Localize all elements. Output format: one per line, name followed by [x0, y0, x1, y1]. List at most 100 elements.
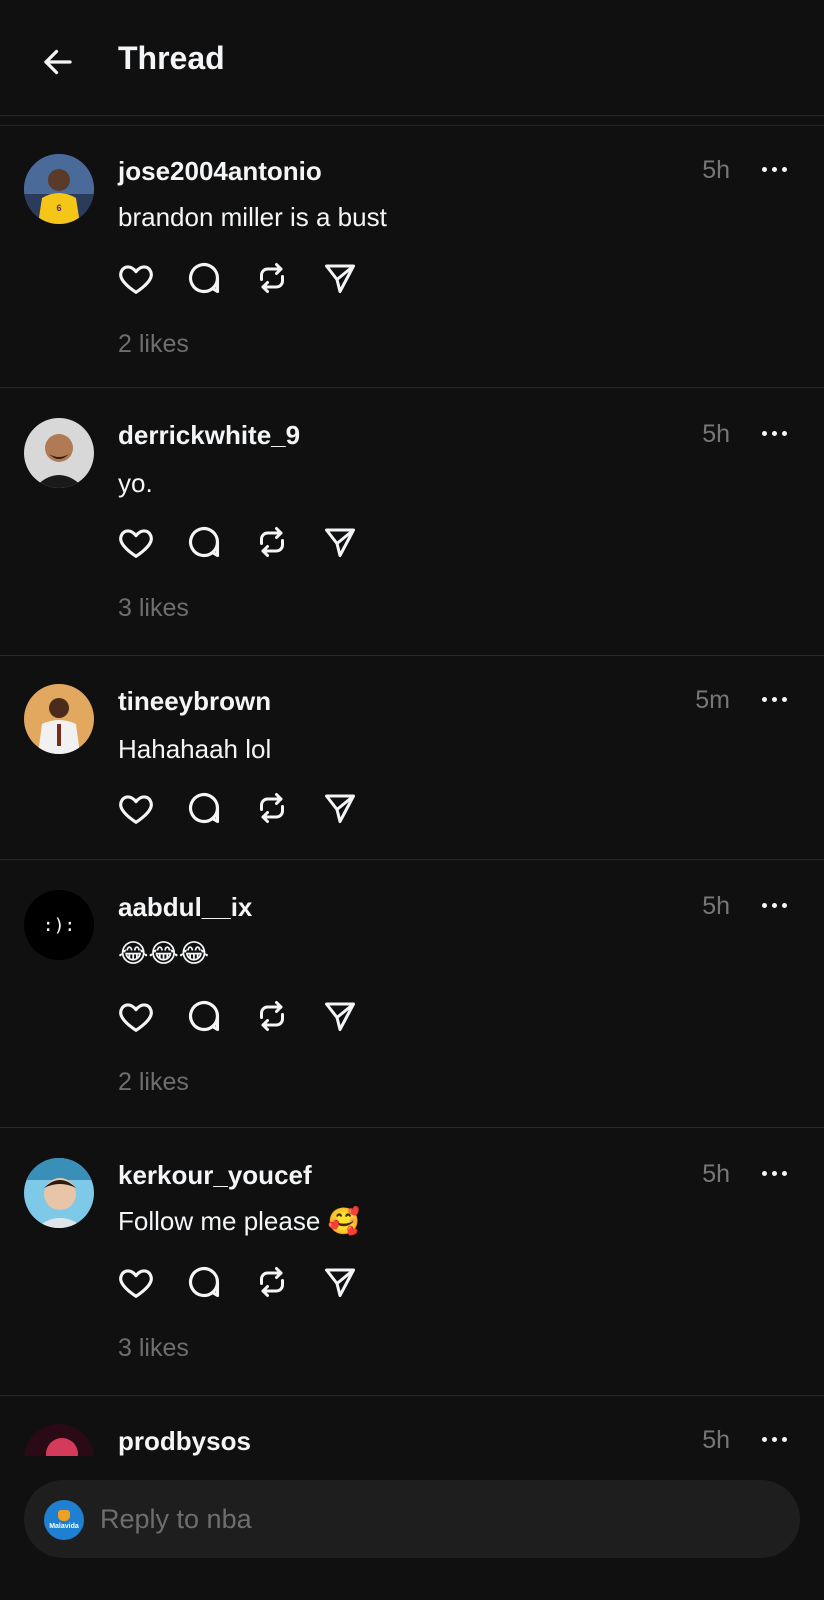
heart-icon	[119, 265, 153, 294]
likes-count[interactable]: 3 likes	[118, 1334, 189, 1363]
likes-count[interactable]: 3 likes	[118, 594, 189, 623]
reply-post: kerkour_youcef 5h Follow me please 🥰 3 l…	[0, 1128, 824, 1396]
comment-bubble-icon	[188, 263, 220, 294]
send-icon	[325, 1002, 355, 1031]
repost-icon	[260, 1001, 284, 1031]
avatar[interactable]	[24, 684, 94, 754]
avatar[interactable]: 6	[24, 154, 94, 224]
post-text: Follow me please 🥰	[118, 1206, 360, 1236]
avatar-image	[24, 1424, 94, 1456]
post-username[interactable]: jose2004antonio	[118, 156, 322, 187]
share-button[interactable]	[320, 258, 360, 298]
more-dots-icon	[761, 1436, 787, 1442]
comment-bubble-icon	[188, 793, 220, 824]
avatar-image: 6	[24, 154, 94, 224]
post-text: 😂😂😂	[118, 938, 210, 968]
more-options-button[interactable]	[754, 1426, 794, 1452]
more-options-button[interactable]	[754, 420, 794, 446]
repost-button[interactable]	[252, 788, 292, 828]
arrow-left-icon	[44, 49, 72, 75]
likes-count[interactable]: 2 likes	[118, 1068, 189, 1097]
avatar[interactable]	[24, 1158, 94, 1228]
heart-icon	[119, 1003, 153, 1032]
post-username[interactable]: prodbysos	[118, 1426, 251, 1456]
send-icon	[325, 1268, 355, 1297]
replies-list[interactable]: 6 jose2004antonio 5h brandon miller is a…	[0, 126, 824, 1456]
post-username[interactable]: derrickwhite_9	[118, 420, 300, 451]
heart-icon	[119, 1269, 153, 1298]
more-dots-icon	[761, 1170, 787, 1176]
back-button[interactable]	[38, 42, 78, 82]
more-options-button[interactable]	[754, 1160, 794, 1186]
repost-icon	[260, 793, 284, 823]
repost-icon	[260, 263, 284, 293]
post-time: 5m	[695, 686, 730, 714]
repost-button[interactable]	[252, 522, 292, 562]
repost-icon	[260, 527, 284, 557]
more-dots-icon	[761, 166, 787, 172]
repost-icon	[260, 1267, 284, 1297]
send-icon	[325, 264, 355, 293]
more-dots-icon	[761, 430, 787, 436]
post-actions	[116, 258, 376, 298]
post-actions	[116, 522, 376, 562]
reply-input[interactable]: Malavida Reply to nba	[24, 1480, 800, 1558]
more-options-button[interactable]	[754, 892, 794, 918]
more-dots-icon	[761, 696, 787, 702]
share-button[interactable]	[320, 1262, 360, 1302]
heart-icon	[119, 795, 153, 824]
like-button[interactable]	[116, 258, 156, 298]
comment-button[interactable]	[184, 1262, 224, 1302]
user-avatar: Malavida	[44, 1500, 84, 1540]
repost-button[interactable]	[252, 1262, 292, 1302]
like-button[interactable]	[116, 1262, 156, 1302]
svg-text:6: 6	[56, 203, 61, 213]
avatar-image	[24, 684, 94, 754]
post-time: 5h	[702, 892, 730, 920]
reply-placeholder: Reply to nba	[100, 1504, 252, 1534]
likes-count[interactable]: 2 likes	[118, 330, 189, 359]
post-actions	[116, 1262, 376, 1302]
reply-post: 6 jose2004antonio 5h brandon miller is a…	[0, 126, 824, 388]
comment-bubble-icon	[188, 1267, 220, 1298]
avatar-image	[24, 1158, 94, 1228]
post-username[interactable]: tineeybrown	[118, 686, 271, 717]
post-actions	[116, 788, 376, 828]
avatar[interactable]	[24, 1424, 94, 1456]
heart-icon	[119, 529, 153, 558]
post-time: 5h	[702, 420, 730, 448]
comment-button[interactable]	[184, 996, 224, 1036]
repost-button[interactable]	[252, 258, 292, 298]
share-button[interactable]	[320, 522, 360, 562]
more-options-button[interactable]	[754, 156, 794, 182]
reply-post: tineeybrown 5m Hahahaah lol	[0, 656, 824, 860]
post-text: brandon miller is a bust	[118, 202, 387, 232]
post-username[interactable]: aabdul__ix	[118, 892, 252, 923]
comment-button[interactable]	[184, 522, 224, 562]
malavida-logo-icon	[58, 1510, 70, 1521]
avatar-image	[24, 418, 94, 488]
post-username[interactable]: kerkour_youcef	[118, 1160, 312, 1191]
comment-button[interactable]	[184, 788, 224, 828]
share-button[interactable]	[320, 788, 360, 828]
reply-post: derrickwhite_9 5h yo. 3 likes	[0, 388, 824, 656]
comment-bubble-icon	[188, 527, 220, 558]
reply-post: prodbysos 5h	[0, 1396, 824, 1456]
avatar[interactable]: :):	[24, 890, 94, 960]
post-time: 5h	[702, 1426, 730, 1454]
post-time: 5h	[702, 156, 730, 184]
comment-button[interactable]	[184, 258, 224, 298]
more-options-button[interactable]	[754, 686, 794, 712]
post-text: Hahahaah lol	[118, 734, 272, 764]
avatar-text: :):	[42, 914, 76, 936]
like-button[interactable]	[116, 996, 156, 1036]
like-button[interactable]	[116, 522, 156, 562]
comment-bubble-icon	[188, 1001, 220, 1032]
send-icon	[325, 794, 355, 823]
like-button[interactable]	[116, 788, 156, 828]
post-time: 5h	[702, 1160, 730, 1188]
avatar[interactable]	[24, 418, 94, 488]
post-text: yo.	[118, 468, 153, 498]
repost-button[interactable]	[252, 996, 292, 1036]
share-button[interactable]	[320, 996, 360, 1036]
